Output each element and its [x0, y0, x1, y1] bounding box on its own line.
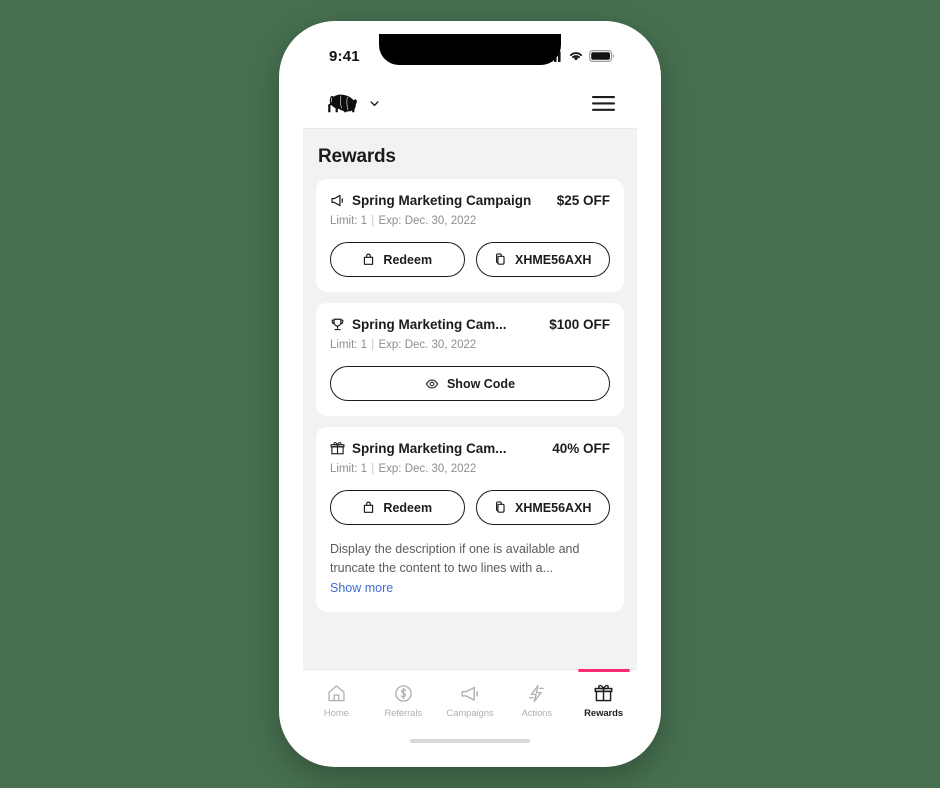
- copy-code-button[interactable]: XHME56AXH: [475, 242, 610, 277]
- nav-item-campaigns[interactable]: Campaigns: [437, 670, 504, 728]
- copy-icon: [494, 253, 507, 266]
- card-meta: Limit: 1 | Exp: Dec. 30, 2022: [330, 339, 610, 351]
- card-limit: Limit: 1: [330, 215, 368, 227]
- gift-icon: [330, 441, 345, 456]
- card-header-row: Spring Marketing Cam... $100 OFF: [330, 317, 610, 332]
- nav-label-campaigns: Campaigns: [446, 708, 494, 719]
- show-code-label: Show Code: [446, 376, 516, 391]
- trophy-icon: [330, 317, 345, 332]
- card-title-group: Spring Marketing Cam...: [330, 317, 507, 332]
- card-header-row: Spring Marketing Cam... 40% OFF: [330, 441, 610, 456]
- copy-icon: [494, 501, 507, 514]
- copy-code-button[interactable]: XHME56AXH: [475, 490, 610, 525]
- card-expiry: Exp: Dec. 30, 2022: [378, 215, 477, 227]
- hamburger-menu-icon[interactable]: [592, 95, 615, 112]
- active-tab-indicator: [577, 669, 630, 672]
- brand-dropdown[interactable]: [325, 91, 380, 115]
- home-indicator-area: [303, 728, 637, 754]
- meta-separator: |: [371, 339, 375, 351]
- copy-code-label: XHME56AXH: [515, 500, 592, 515]
- bottom-navigation: Home Referrals Campaigns Actions Rewards: [303, 669, 637, 728]
- card-title: Spring Marketing Campaign: [352, 193, 532, 208]
- copy-code-label: XHME56AXH: [515, 252, 592, 267]
- card-limit: Limit: 1: [330, 463, 368, 475]
- card-title-group: Spring Marketing Cam...: [330, 441, 507, 456]
- reward-card[interactable]: Spring Marketing Campaign $25 OFF Limit:…: [316, 179, 624, 292]
- card-discount: $25 OFF: [556, 193, 610, 208]
- redeem-button-label: Redeem: [383, 500, 433, 515]
- nav-item-home[interactable]: Home: [303, 670, 370, 728]
- card-header-row: Spring Marketing Campaign $25 OFF: [330, 193, 610, 208]
- redeem-button[interactable]: Redeem: [330, 490, 465, 525]
- card-title: Spring Marketing Cam...: [352, 317, 507, 332]
- card-title-group: Spring Marketing Campaign: [330, 193, 531, 208]
- nav-label-referrals: Referrals: [384, 708, 423, 719]
- nav-label-actions: Actions: [521, 708, 553, 719]
- megaphone-icon: [459, 683, 481, 704]
- card-discount: 40% OFF: [552, 441, 610, 456]
- redeem-button-label: Redeem: [383, 252, 433, 267]
- card-meta: Limit: 1 | Exp: Dec. 30, 2022: [330, 463, 610, 475]
- status-time: 9:41: [329, 47, 360, 65]
- battery-full-icon: [589, 50, 615, 62]
- card-actions: Show Code: [330, 366, 610, 401]
- dollar-circle-icon: [393, 683, 414, 704]
- phone-notch: [379, 34, 561, 65]
- nav-label-home: Home: [323, 708, 349, 719]
- phone-screen: 9:41 Rewards Spring Marketing Campaign $…: [303, 34, 637, 754]
- show-more-link[interactable]: Show more: [330, 581, 393, 595]
- shopping-bag-icon: [362, 253, 375, 266]
- reward-card[interactable]: Spring Marketing Cam... 40% OFF Limit: 1…: [316, 427, 624, 612]
- page-title: Rewards: [318, 146, 396, 167]
- home-indicator-bar[interactable]: [410, 739, 530, 743]
- card-discount: $100 OFF: [549, 317, 610, 332]
- megaphone-icon: [330, 193, 345, 208]
- card-expiry: Exp: Dec. 30, 2022: [378, 463, 477, 475]
- card-actions: Redeem XHME56AXH: [330, 242, 610, 277]
- eye-icon: [425, 377, 439, 391]
- bear-logo-icon: [325, 91, 359, 115]
- nav-label-rewards: Rewards: [584, 708, 624, 719]
- card-title: Spring Marketing Cam...: [352, 441, 507, 456]
- meta-separator: |: [371, 463, 375, 475]
- phone-frame: 9:41 Rewards Spring Marketing Campaign $…: [279, 21, 661, 767]
- show-code-button[interactable]: Show Code: [330, 366, 610, 401]
- card-limit: Limit: 1: [330, 339, 368, 351]
- card-description: Display the description if one is availa…: [330, 542, 580, 575]
- lightning-bolt-icon: [526, 683, 547, 704]
- reward-card[interactable]: Spring Marketing Cam... $100 OFF Limit: …: [316, 303, 624, 416]
- nav-item-actions[interactable]: Actions: [503, 670, 570, 728]
- gift-icon: [593, 683, 614, 704]
- rewards-content: Rewards Spring Marketing Campaign $25 OF…: [303, 129, 637, 669]
- wifi-icon: [568, 50, 584, 62]
- card-meta: Limit: 1 | Exp: Dec. 30, 2022: [330, 215, 610, 227]
- shopping-bag-icon: [362, 501, 375, 514]
- redeem-button[interactable]: Redeem: [330, 242, 465, 277]
- nav-item-referrals[interactable]: Referrals: [370, 670, 437, 728]
- app-header: [303, 78, 637, 129]
- home-icon: [326, 683, 347, 704]
- card-expiry: Exp: Dec. 30, 2022: [378, 339, 477, 351]
- nav-item-rewards[interactable]: Rewards: [570, 669, 637, 728]
- chevron-down-icon[interactable]: [369, 98, 380, 109]
- card-actions: Redeem XHME56AXH: [330, 490, 610, 525]
- meta-separator: |: [371, 215, 375, 227]
